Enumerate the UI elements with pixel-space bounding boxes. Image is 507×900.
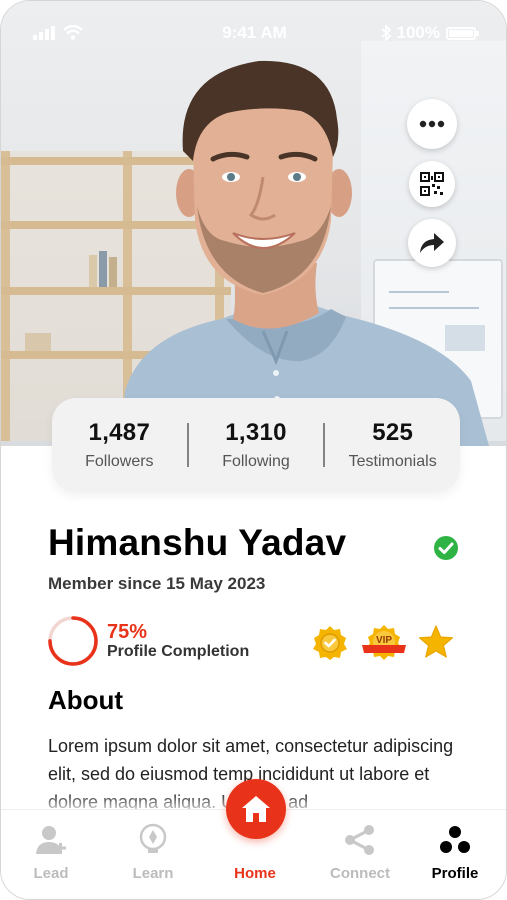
battery-icon — [446, 26, 479, 40]
about-heading: About — [48, 685, 124, 715]
stats-card: 1,487 Followers 1,310 Following 525 Test… — [52, 398, 460, 492]
following-count: 1,310 — [225, 419, 287, 446]
nav-item-profile[interactable]: Profile — [410, 810, 500, 899]
nav-label-lead: Lead — [33, 865, 69, 882]
profile-name: Himanshu Yadav — [48, 522, 347, 563]
profile-screen: 9:41 AM 100% 1,487 Followers 1,310 Follo… — [0, 0, 507, 900]
following-label: Following — [222, 453, 290, 470]
share-button[interactable] — [408, 219, 456, 267]
completion-label: Profile Completion — [107, 643, 250, 660]
nav-label-learn: Learn — [132, 865, 174, 882]
nav-label-profile: Profile — [431, 865, 479, 882]
star-badge-icon — [418, 625, 454, 658]
battery-percent: 100% — [396, 23, 440, 42]
gold-check-badge-icon — [313, 626, 347, 660]
completion-percent: 75% — [107, 621, 148, 643]
stats-divider — [323, 423, 326, 467]
vip-badge-icon: VIP — [362, 625, 406, 660]
testimonials-count: 525 — [372, 419, 414, 446]
share-arrow-icon — [420, 233, 444, 253]
bulb-icon — [139, 823, 167, 853]
stat-following[interactable]: 1,310 Following — [189, 419, 324, 471]
qr-code-button[interactable] — [409, 161, 455, 207]
member-since: Member since 15 May 2023 — [48, 574, 266, 593]
testimonials-label: Testimonials — [348, 453, 437, 470]
user-icon — [36, 826, 66, 854]
share-icon — [345, 825, 374, 855]
profile-dots-icon — [440, 826, 470, 853]
stat-followers[interactable]: 1,487 Followers — [52, 419, 187, 471]
status-bar: 9:41 AM 100% — [1, 1, 506, 61]
nav-item-learn[interactable]: Learn — [108, 810, 198, 899]
followers-label: Followers — [85, 453, 154, 470]
profile-completion-ring — [47, 615, 99, 667]
profile-cover-photo: 9:41 AM 100% — [1, 1, 506, 446]
home-icon — [242, 796, 270, 822]
nav-item-lead[interactable]: Lead — [6, 810, 96, 899]
nav-item-connect[interactable]: Connect — [315, 810, 405, 899]
svg-text:VIP: VIP — [376, 635, 392, 646]
nav-label-connect: Connect — [330, 865, 390, 882]
stats-divider — [186, 423, 189, 467]
stat-testimonials[interactable]: 525 Testimonials — [325, 419, 460, 471]
followers-count: 1,487 — [88, 419, 151, 446]
more-dots-icon — [419, 120, 445, 128]
bluetooth-icon — [380, 25, 391, 41]
nav-label-home: Home — [234, 865, 276, 882]
more-options-button[interactable] — [407, 99, 457, 149]
verified-check-icon — [434, 536, 458, 560]
home-button[interactable] — [226, 779, 286, 839]
qr-code-icon — [420, 172, 444, 196]
